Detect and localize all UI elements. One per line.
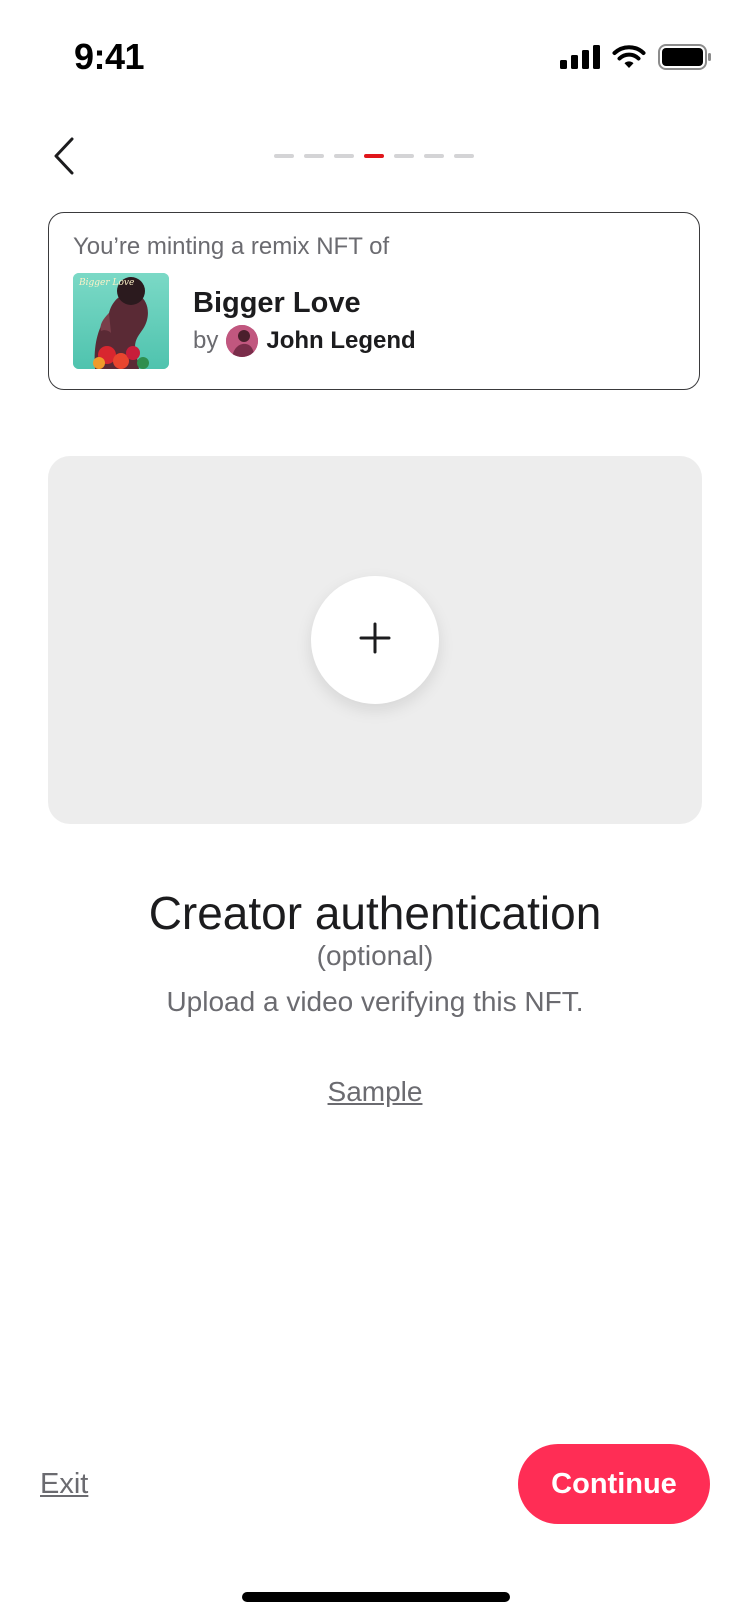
sample-link[interactable]: Sample bbox=[0, 1076, 750, 1108]
plus-icon bbox=[359, 622, 391, 659]
remix-source-card: You’re minting a remix NFT of Bigger Lov… bbox=[48, 212, 700, 390]
progress-step bbox=[394, 154, 414, 158]
status-time: 9:41 bbox=[74, 36, 145, 77]
minting-intro-text: You’re minting a remix NFT of bbox=[73, 233, 390, 260]
status-bar: 9:41 bbox=[0, 0, 750, 120]
back-button[interactable] bbox=[44, 130, 84, 186]
chevron-left-icon bbox=[53, 137, 75, 180]
by-label: by bbox=[193, 327, 219, 354]
progress-step-active bbox=[364, 154, 384, 158]
svg-text:Bigger Love: Bigger Love bbox=[78, 278, 134, 288]
video-upload-area[interactable] bbox=[48, 456, 702, 824]
album-cover-image: Bigger Love bbox=[73, 273, 169, 369]
exit-link[interactable]: Exit bbox=[40, 1468, 88, 1501]
artist-name: John Legend bbox=[266, 327, 416, 354]
cellular-signal-icon bbox=[560, 45, 600, 74]
home-indicator bbox=[242, 1592, 510, 1602]
progress-step bbox=[274, 154, 294, 158]
progress-step bbox=[334, 154, 354, 158]
add-video-button[interactable] bbox=[311, 576, 439, 704]
progress-step bbox=[454, 154, 474, 158]
progress-step bbox=[304, 154, 324, 158]
description-text: Upload a video verifying this NFT. bbox=[166, 986, 584, 1017]
status-icons bbox=[560, 44, 712, 75]
progress-step bbox=[424, 154, 444, 158]
continue-button[interactable]: Continue bbox=[518, 1444, 710, 1524]
optional-label: (optional) bbox=[316, 940, 434, 971]
artist-byline: by John Legend bbox=[193, 325, 416, 357]
page-title: Creator authentication bbox=[148, 887, 602, 939]
wifi-icon bbox=[612, 44, 646, 75]
song-title: Bigger Love bbox=[193, 287, 361, 319]
battery-icon bbox=[658, 44, 712, 75]
artist-avatar bbox=[226, 325, 259, 357]
step-progress-indicator bbox=[274, 154, 474, 158]
